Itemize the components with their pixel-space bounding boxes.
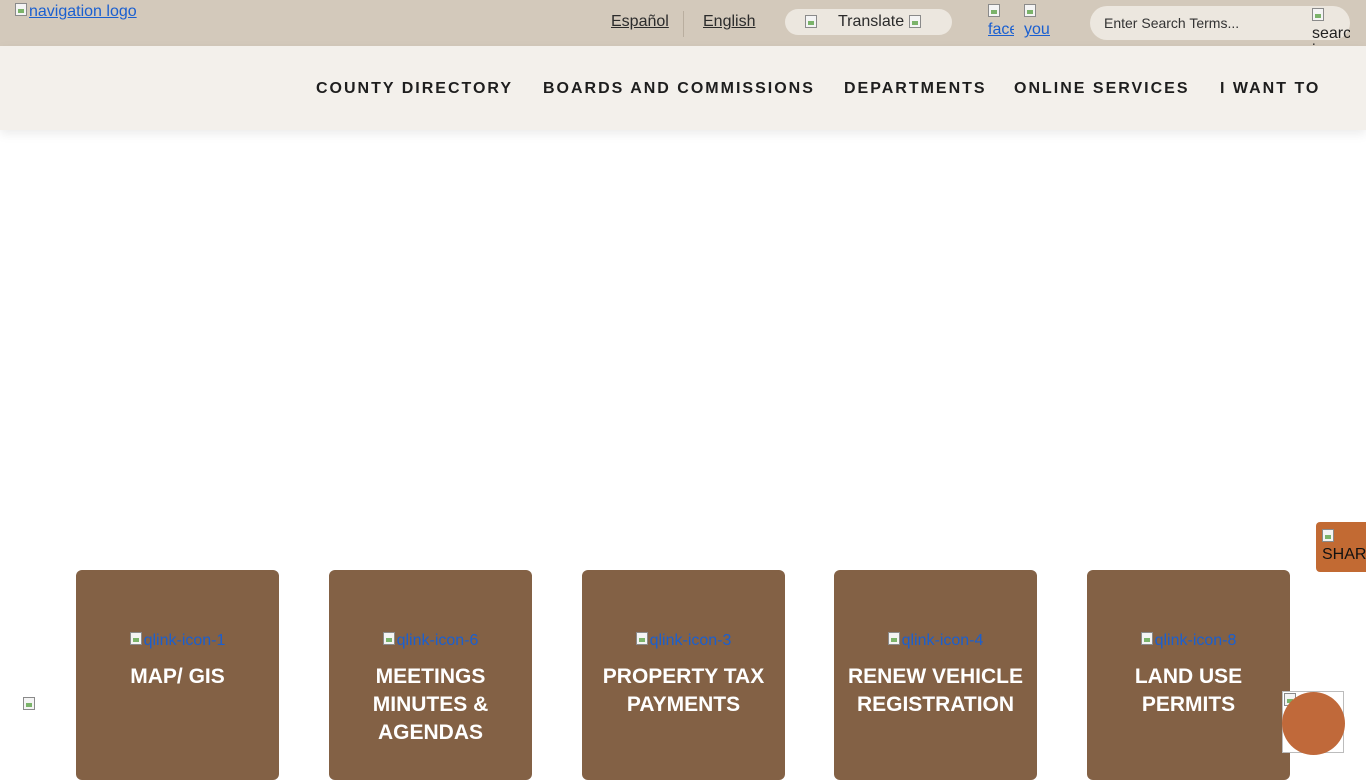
share-tab[interactable]: SHARE <box>1316 522 1366 572</box>
nav-item-county-directory[interactable]: COUNTY DIRECTORY <box>316 80 513 98</box>
quick-link-icon-alt: qlink-icon-1 <box>143 632 226 649</box>
chat-button[interactable] <box>1282 691 1345 755</box>
facebook-icon <box>988 4 1000 17</box>
quick-link-card-meetings[interactable]: qlink-icon-6 MEETINGS MINUTES & AGENDAS <box>329 570 532 780</box>
broken-image-icon <box>1140 632 1153 645</box>
navigation-logo-alt: navigation logo <box>29 3 137 20</box>
share-icon <box>1322 529 1334 542</box>
quick-link-icon: qlink-icon-3 <box>582 632 785 650</box>
hero-banner <box>0 130 1366 560</box>
translate-label: Translate <box>838 13 905 30</box>
broken-image-icon <box>635 632 648 645</box>
quick-link-label: MAP/ GIS <box>130 665 225 688</box>
navigation-logo-link[interactable]: navigation logo <box>15 3 137 21</box>
chat-bubble-icon <box>1282 692 1345 755</box>
quick-link-card-vehicle-registration[interactable]: qlink-icon-4 RENEW VEHICLE REGISTRATION <box>834 570 1037 780</box>
accessibility-icon[interactable] <box>23 697 35 710</box>
quick-link-icon-alt: qlink-icon-3 <box>649 632 732 649</box>
youtube-icon <box>1024 4 1036 17</box>
main-navigation: COUNTY DIRECTORY BOARDS AND COMMISSIONS … <box>0 46 1366 130</box>
broken-image-icon <box>15 3 27 16</box>
quick-link-icon: qlink-icon-4 <box>834 632 1037 650</box>
translate-globe-icon <box>805 15 817 28</box>
quick-link-label: MEETINGS MINUTES & AGENDAS <box>372 665 489 744</box>
nav-item-i-want-to[interactable]: I WANT TO <box>1220 80 1320 98</box>
share-alt: SHARE <box>1322 546 1366 563</box>
quick-link-card-property-tax[interactable]: qlink-icon-3 PROPERTY TAX PAYMENTS <box>582 570 785 780</box>
broken-image-icon <box>887 632 900 645</box>
quick-link-icon-alt: qlink-icon-6 <box>396 632 479 649</box>
language-link-espanol[interactable]: Español <box>611 13 669 31</box>
youtube-link[interactable]: youtube <box>1024 4 1050 40</box>
language-divider <box>683 11 684 37</box>
translate-button[interactable]: Translate <box>785 9 952 35</box>
nav-item-departments[interactable]: DEPARTMENTS <box>844 80 987 98</box>
broken-image-icon <box>129 632 142 645</box>
search-box: search icon <box>1090 6 1350 59</box>
quick-link-label: LAND USE PERMITS <box>1134 665 1243 716</box>
nav-item-online-services[interactable]: ONLINE SERVICES <box>1014 80 1190 98</box>
quick-link-label: PROPERTY TAX PAYMENTS <box>602 665 765 716</box>
youtube-alt: youtube <box>1024 21 1050 38</box>
translate-chevron-icon <box>909 15 921 28</box>
quick-link-label: RENEW VEHICLE REGISTRATION <box>847 665 1023 716</box>
quick-link-icon: qlink-icon-8 <box>1087 632 1290 650</box>
nav-item-boards-and-commissions[interactable]: BOARDS AND COMMISSIONS <box>543 80 815 98</box>
quick-link-card-map-gis[interactable]: qlink-icon-1 MAP/ GIS <box>76 570 279 780</box>
quick-link-icon-alt: qlink-icon-4 <box>901 632 984 649</box>
quick-link-icon: qlink-icon-6 <box>329 632 532 650</box>
quick-link-icon: qlink-icon-1 <box>76 632 279 650</box>
facebook-link[interactable]: facebook <box>988 4 1014 40</box>
language-link-english[interactable]: English <box>703 13 755 31</box>
top-utility-bar: navigation logo Español English Translat… <box>0 0 1366 59</box>
quick-link-icon-alt: qlink-icon-8 <box>1154 632 1237 649</box>
facebook-alt: facebook <box>988 21 1014 38</box>
quick-link-card-land-use-permits[interactable]: qlink-icon-8 LAND USE PERMITS <box>1087 570 1290 780</box>
broken-image-icon <box>382 632 395 645</box>
search-input[interactable] <box>1104 13 1304 33</box>
search-icon <box>1312 8 1324 21</box>
